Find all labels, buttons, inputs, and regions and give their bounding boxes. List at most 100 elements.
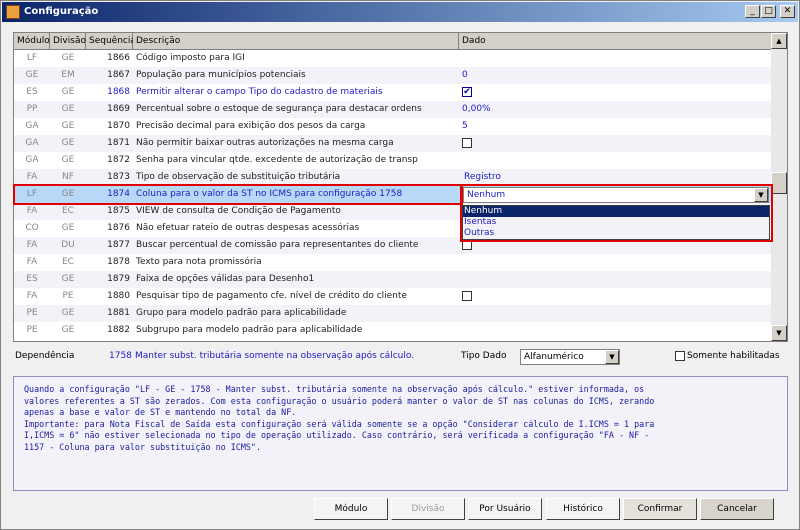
cell-divisao: GE <box>61 274 75 284</box>
cell-sequencia: 1880 <box>107 291 130 301</box>
cell-modulo: PE <box>26 325 38 335</box>
col-header-dado[interactable]: Dado <box>459 33 772 50</box>
cell-modulo: PE <box>26 308 38 318</box>
somente-habilitadas-label: Somente habilitadas <box>687 351 780 361</box>
cell-descricao: Texto para nota promissória <box>136 257 262 267</box>
cell-modulo: GA <box>25 121 39 131</box>
cell-modulo: FA <box>26 257 38 267</box>
cell-descricao: Percentual sobre o estoque de segurança … <box>136 104 422 114</box>
tipo-dado-label: Tipo Dado <box>461 351 507 361</box>
cell-descricao: VIEW de consulta de Condição de Pagament… <box>136 206 341 216</box>
table-row[interactable]: LF GE 1866 Código imposto para IGI <box>14 50 771 67</box>
por-usuario-button[interactable]: Por Usuário <box>468 498 542 520</box>
cell-descricao: Não efetuar rateio de outras despesas ac… <box>136 223 360 233</box>
cell-sequencia: 1878 <box>107 257 130 267</box>
cell-divisao: GE <box>61 121 75 131</box>
cell-descricao: Subgrupo para modelo padrão para aplicab… <box>136 325 363 335</box>
col-header-descricao[interactable]: Descrição <box>133 33 459 50</box>
cell-modulo: ES <box>26 87 38 97</box>
cell-modulo: FA <box>26 240 38 250</box>
cell-sequencia: 1875 <box>107 206 130 216</box>
table-row[interactable]: GA GE 1872 Senha para vincular qtde. excede… <box>14 152 771 169</box>
minimize-button[interactable]: _ <box>745 5 760 18</box>
cell-descricao: Senha para vincular qtde. excedente de a… <box>136 155 418 165</box>
cell-divisao: EC <box>62 206 74 216</box>
checkbox-unchecked[interactable] <box>462 291 472 301</box>
checkbox-checked[interactable]: ✔ <box>462 87 472 97</box>
cell-modulo: LF <box>26 53 38 63</box>
dependencia-text: Manter subst. tributária somente na obse… <box>135 351 415 361</box>
cell-modulo: GE <box>25 70 39 80</box>
cell-divisao: GE <box>61 325 75 335</box>
modulo-button[interactable]: Módulo <box>314 498 388 520</box>
confirmar-button[interactable]: Confirmar <box>623 498 697 520</box>
cell-divisao: GE <box>61 104 75 114</box>
cell-divisao: EC <box>62 257 74 267</box>
cell-sequencia: 1876 <box>107 223 130 233</box>
cell-descricao: Código imposto para IGI <box>136 53 245 63</box>
cell-dado: 5 <box>462 121 468 131</box>
scroll-up-icon[interactable]: ▲ <box>771 33 787 49</box>
description-memo[interactable]: Quando a configuração "LF - GE - 1758 - … <box>13 376 788 491</box>
cell-modulo: PP <box>26 104 38 114</box>
cell-descricao: Não permitir baixar outras autorizações … <box>136 138 394 148</box>
highlight-combo-box <box>460 184 773 242</box>
table-row[interactable]: GA GE 1870 Precisão decimal para exibição d… <box>14 118 771 135</box>
divisao-button[interactable]: Divisão <box>391 498 465 520</box>
vertical-scrollbar[interactable]: ▲ ▼ <box>771 33 787 341</box>
cell-divisao: GE <box>61 138 75 148</box>
cell-modulo: GA <box>25 155 39 165</box>
cell-descricao: Buscar percentual de comissão para repre… <box>136 240 419 250</box>
historico-button[interactable]: Histórico <box>546 498 620 520</box>
title-bar: Configuração <box>2 2 798 22</box>
table-row[interactable]: ES GE 1879 Faixa de opções válidas para Des… <box>14 271 771 288</box>
highlight-row-box <box>13 184 463 205</box>
cell-sequencia: 1877 <box>107 240 130 250</box>
cell-divisao: GE <box>61 155 75 165</box>
tipo-dado-value: Alfanumérico <box>524 352 584 362</box>
scroll-thumb[interactable] <box>771 172 787 194</box>
cell-divisao: EM <box>61 70 75 80</box>
cancelar-button[interactable]: Cancelar <box>700 498 774 520</box>
cell-modulo: GA <box>25 138 39 148</box>
col-header-sequencia[interactable]: Sequência <box>86 33 136 50</box>
dependencia-label: Dependência <box>15 351 75 361</box>
col-header-divisao[interactable]: Divisão <box>50 33 86 50</box>
cell-descricao: Permitir alterar o campo Tipo do cadastr… <box>136 87 383 97</box>
checkbox-unchecked[interactable] <box>462 138 472 148</box>
app-icon <box>6 5 20 19</box>
cell-divisao: GE <box>61 223 75 233</box>
scroll-down-icon[interactable]: ▼ <box>771 325 787 341</box>
cell-dado: 0 <box>462 70 468 80</box>
table-row[interactable]: PP GE 1869 Percentual sobre o estoque de se… <box>14 101 771 118</box>
cell-modulo: FA <box>26 206 38 216</box>
table-row[interactable]: GE EM 1867 População para municípios potenc… <box>14 67 771 84</box>
cell-descricao: Faixa de opções válidas para Desenho1 <box>136 274 315 284</box>
cell-sequencia: 1869 <box>107 104 130 114</box>
table-row[interactable]: FA PE 1880 Pesquisar tipo de pagamento cfe.… <box>14 288 771 305</box>
dependencia-number: 1758 <box>109 351 132 361</box>
somente-habilitadas-checkbox[interactable] <box>675 351 685 361</box>
cell-sequencia: 1872 <box>107 155 130 165</box>
table-row[interactable]: PE GE 1882 Subgrupo para modelo padrão para… <box>14 322 771 339</box>
cell-descricao: Grupo para modelo padrão para aplicabili… <box>136 308 347 318</box>
configuracao-window: Configuração _ □ ✕ Módulo Divisão Sequên… <box>0 0 800 530</box>
table-row[interactable]: GA GE 1871 Não permitir baixar outras autor… <box>14 135 771 152</box>
cell-sequencia: 1866 <box>107 53 130 63</box>
cell-sequencia: 1871 <box>107 138 130 148</box>
cell-dado: ✔ <box>462 84 472 101</box>
cell-modulo: FA <box>26 291 38 301</box>
table-row[interactable]: PE GE 1881 Grupo para modelo padrão para ap… <box>14 305 771 322</box>
cell-dado: 0,00% <box>462 104 491 114</box>
cell-sequencia: 1870 <box>107 121 130 131</box>
close-button[interactable]: ✕ <box>780 5 795 18</box>
col-header-modulo[interactable]: Módulo <box>14 33 50 50</box>
cell-dado <box>462 288 472 305</box>
cell-modulo: ES <box>26 274 38 284</box>
table-row[interactable]: ES GE 1868 Permitir alterar o campo Tipo do… <box>14 84 771 101</box>
cell-modulo: CO <box>25 223 39 233</box>
tipo-dado-select[interactable]: Alfanumérico ▼ <box>520 349 620 365</box>
table-row[interactable]: FA EC 1878 Texto para nota promissória <box>14 254 771 271</box>
chevron-down-icon[interactable]: ▼ <box>605 350 619 364</box>
maximize-button[interactable]: □ <box>761 5 776 18</box>
